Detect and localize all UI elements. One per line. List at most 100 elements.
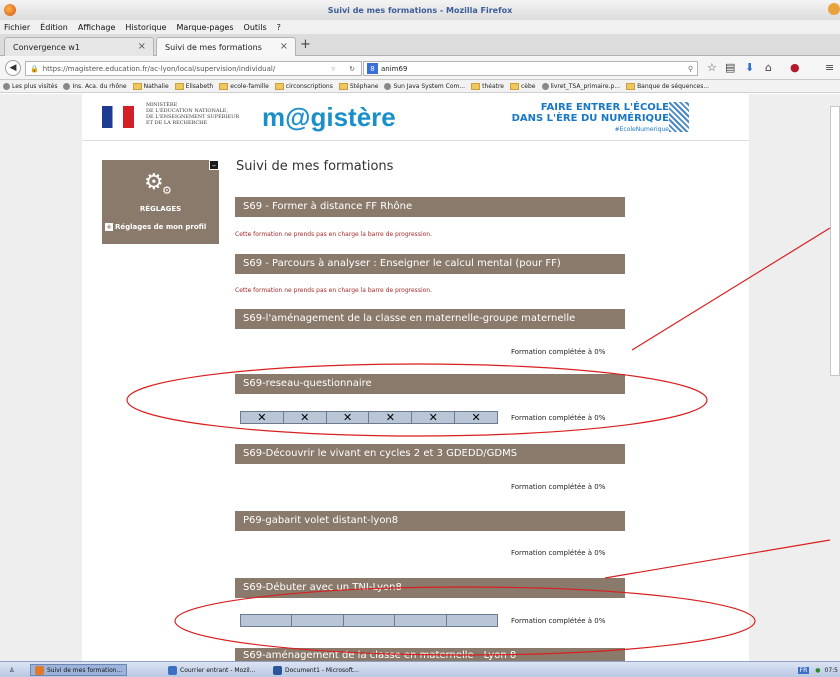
- course-header[interactable]: S69 - Former à distance FF Rhône: [235, 197, 625, 217]
- bookmark-item[interactable]: cèbe: [510, 82, 536, 90]
- bookmarks-bar: Les plus visités Ins. Aca. du rhône Nath…: [0, 80, 840, 93]
- google-icon: 8: [367, 63, 378, 74]
- language-indicator[interactable]: FR: [797, 666, 810, 674]
- chevron-down-icon[interactable]: ▿: [331, 65, 335, 73]
- progress-cell: ✕: [326, 412, 370, 424]
- folder-icon: [274, 82, 284, 90]
- bookmark-label: Banque de séquences...: [637, 82, 710, 90]
- bookmark-item[interactable]: ecole-famille: [219, 82, 269, 90]
- course-header[interactable]: S69-aménagement de la classe en maternel…: [235, 648, 625, 661]
- course-header[interactable]: S69-l'aménagement de la classe en matern…: [235, 309, 625, 329]
- progress-cell: [241, 615, 293, 626]
- progress-label: Formation complétée à 0%: [511, 414, 606, 422]
- taskbar-label: Document1 - Microsoft...: [285, 666, 359, 674]
- menu-hamburger-icon[interactable]: ≡: [825, 61, 834, 74]
- start-icon[interactable]: ♙: [4, 664, 19, 676]
- bookmark-label: théatre: [482, 82, 504, 90]
- star-icon[interactable]: ☆: [707, 61, 717, 74]
- bookmark-icon: [3, 82, 10, 90]
- course-header[interactable]: S69-Découvrir le vivant en cycles 2 et 3…: [235, 444, 625, 464]
- expand-plus-icon[interactable]: +: [105, 223, 113, 231]
- bookmark-item[interactable]: Stéphane: [338, 82, 378, 90]
- lock-icon: 🔒: [30, 64, 39, 73]
- menu-historique[interactable]: Historique: [125, 23, 166, 32]
- bookmark-item[interactable]: Nathalie: [132, 82, 169, 90]
- slogan-line1: FAIRE ENTRER L'ÉCOLE: [540, 102, 669, 113]
- menu-help[interactable]: ?: [277, 23, 281, 32]
- gear-small-icon: ⚙: [162, 184, 172, 197]
- search-input[interactable]: 8 anim69 ⚲: [363, 61, 698, 76]
- reading-list-icon[interactable]: ▤: [725, 61, 735, 74]
- bookmark-item[interactable]: Les plus visités: [3, 82, 58, 90]
- addon-icon[interactable]: ●: [790, 61, 800, 74]
- window-titlebar: Suivi de mes formations - Mozilla Firefo…: [0, 0, 840, 20]
- sun-icon: [384, 82, 392, 90]
- progress-cell: ✕: [412, 412, 456, 424]
- os-taskbar: ♙ Suivi de mes formation... Courrier ent…: [0, 661, 840, 677]
- bookmark-item[interactable]: Elisabeth: [174, 82, 213, 90]
- taskbar-label: Suivi de mes formation...: [47, 666, 123, 674]
- progress-cell: [292, 615, 344, 626]
- close-icon[interactable]: ×: [280, 41, 288, 52]
- home-icon[interactable]: ⌂: [765, 61, 772, 74]
- tab-label: Convergence w1: [13, 42, 80, 52]
- bookmark-label: Ins. Aca. du rhône: [72, 82, 127, 90]
- folder-icon: [174, 82, 184, 90]
- search-icon[interactable]: ⚲: [688, 65, 693, 73]
- ministry-label: MINISTÈRE DE L'ÉDUCATION NATIONALE, DE L…: [146, 102, 240, 126]
- menu-affichage[interactable]: Affichage: [78, 23, 116, 32]
- course-header[interactable]: S69 - Parcours à analyser : Enseigner le…: [235, 254, 625, 274]
- window-title: Suivi de mes formations - Mozilla Firefo…: [327, 5, 513, 15]
- tab-label: Suivi de mes formations: [165, 42, 262, 52]
- header-divider: [82, 140, 749, 141]
- system-tray: FR ● 07:5: [797, 664, 840, 676]
- profile-settings-link[interactable]: + Réglages de mon profil: [105, 223, 206, 231]
- course-header[interactable]: P69-gabarit volet distant-lyon8: [235, 511, 625, 531]
- progress-cell: ✕: [369, 412, 413, 424]
- tab-suivi[interactable]: Suivi de mes formations ×: [156, 37, 296, 56]
- bookmark-label: Les plus visités: [12, 82, 58, 90]
- progress-bar: ✕ ✕ ✕ ✕ ✕ ✕: [240, 411, 498, 424]
- page-title: Suivi de mes formations: [236, 159, 394, 174]
- reload-icon[interactable]: ↻: [349, 65, 355, 73]
- navigation-bar: ◀ 🔒 https://magistere.education.fr/ac-ly…: [0, 56, 840, 80]
- new-tab-icon[interactable]: +: [300, 37, 311, 52]
- back-arrow-icon[interactable]: ◀: [5, 60, 21, 76]
- mail-icon: [168, 665, 177, 675]
- bookmark-label: Nathalie: [143, 82, 169, 90]
- bookmark-item[interactable]: livret_TSA_primaire.p...: [541, 82, 620, 90]
- progress-cell: [343, 615, 396, 626]
- course-header[interactable]: S69-reseau-questionnaire: [235, 374, 625, 394]
- qr-code-icon: [669, 102, 689, 132]
- course-header[interactable]: S69-Débuter avec un TNI-Lyon8: [235, 578, 625, 598]
- bookmark-item[interactable]: Banque de séquences...: [626, 82, 710, 90]
- download-icon[interactable]: ⬇: [745, 61, 754, 74]
- firefox-icon: [4, 4, 16, 16]
- tab-convergence[interactable]: Convergence w1 ×: [4, 37, 154, 56]
- bookmark-item[interactable]: Sun Java System Com...: [384, 82, 465, 90]
- close-icon[interactable]: ×: [138, 41, 146, 52]
- magistere-logo[interactable]: m@gistère: [262, 102, 396, 133]
- menu-outils[interactable]: Outils: [244, 23, 267, 32]
- url-bar[interactable]: 🔒 https://magistere.education.fr/ac-lyon…: [25, 61, 362, 76]
- bookmark-item[interactable]: circonscriptions: [274, 82, 333, 90]
- tray-icon[interactable]: ●: [815, 667, 820, 674]
- taskbar-word[interactable]: Document1 - Microsoft...: [268, 664, 364, 676]
- folder-icon: [132, 82, 142, 90]
- menu-marque-pages[interactable]: Marque-pages: [176, 23, 233, 32]
- progress-cell: ✕: [455, 412, 497, 424]
- collapse-block-button[interactable]: –: [209, 160, 219, 170]
- bookmark-item[interactable]: Ins. Aca. du rhône: [63, 82, 127, 90]
- taskbar-thunderbird[interactable]: Courrier entrant - Mozil...: [163, 664, 260, 676]
- url-text: https://magistere.education.fr/ac-lyon/l…: [42, 64, 276, 73]
- taskbar-firefox[interactable]: Suivi de mes formation...: [30, 664, 128, 676]
- page-viewport: MINISTÈRE DE L'ÉDUCATION NATIONALE, DE L…: [0, 94, 840, 661]
- menu-fichier[interactable]: Fichier: [4, 23, 30, 32]
- progress-cell: [395, 615, 447, 626]
- window-controls-icon[interactable]: [828, 3, 840, 15]
- slogan-hashtag: #EcoleNumerique: [614, 126, 669, 133]
- firefox-icon: [35, 665, 44, 675]
- menu-edition[interactable]: Édition: [40, 23, 68, 32]
- folder-icon: [219, 82, 229, 90]
- bookmark-item[interactable]: théatre: [471, 82, 504, 90]
